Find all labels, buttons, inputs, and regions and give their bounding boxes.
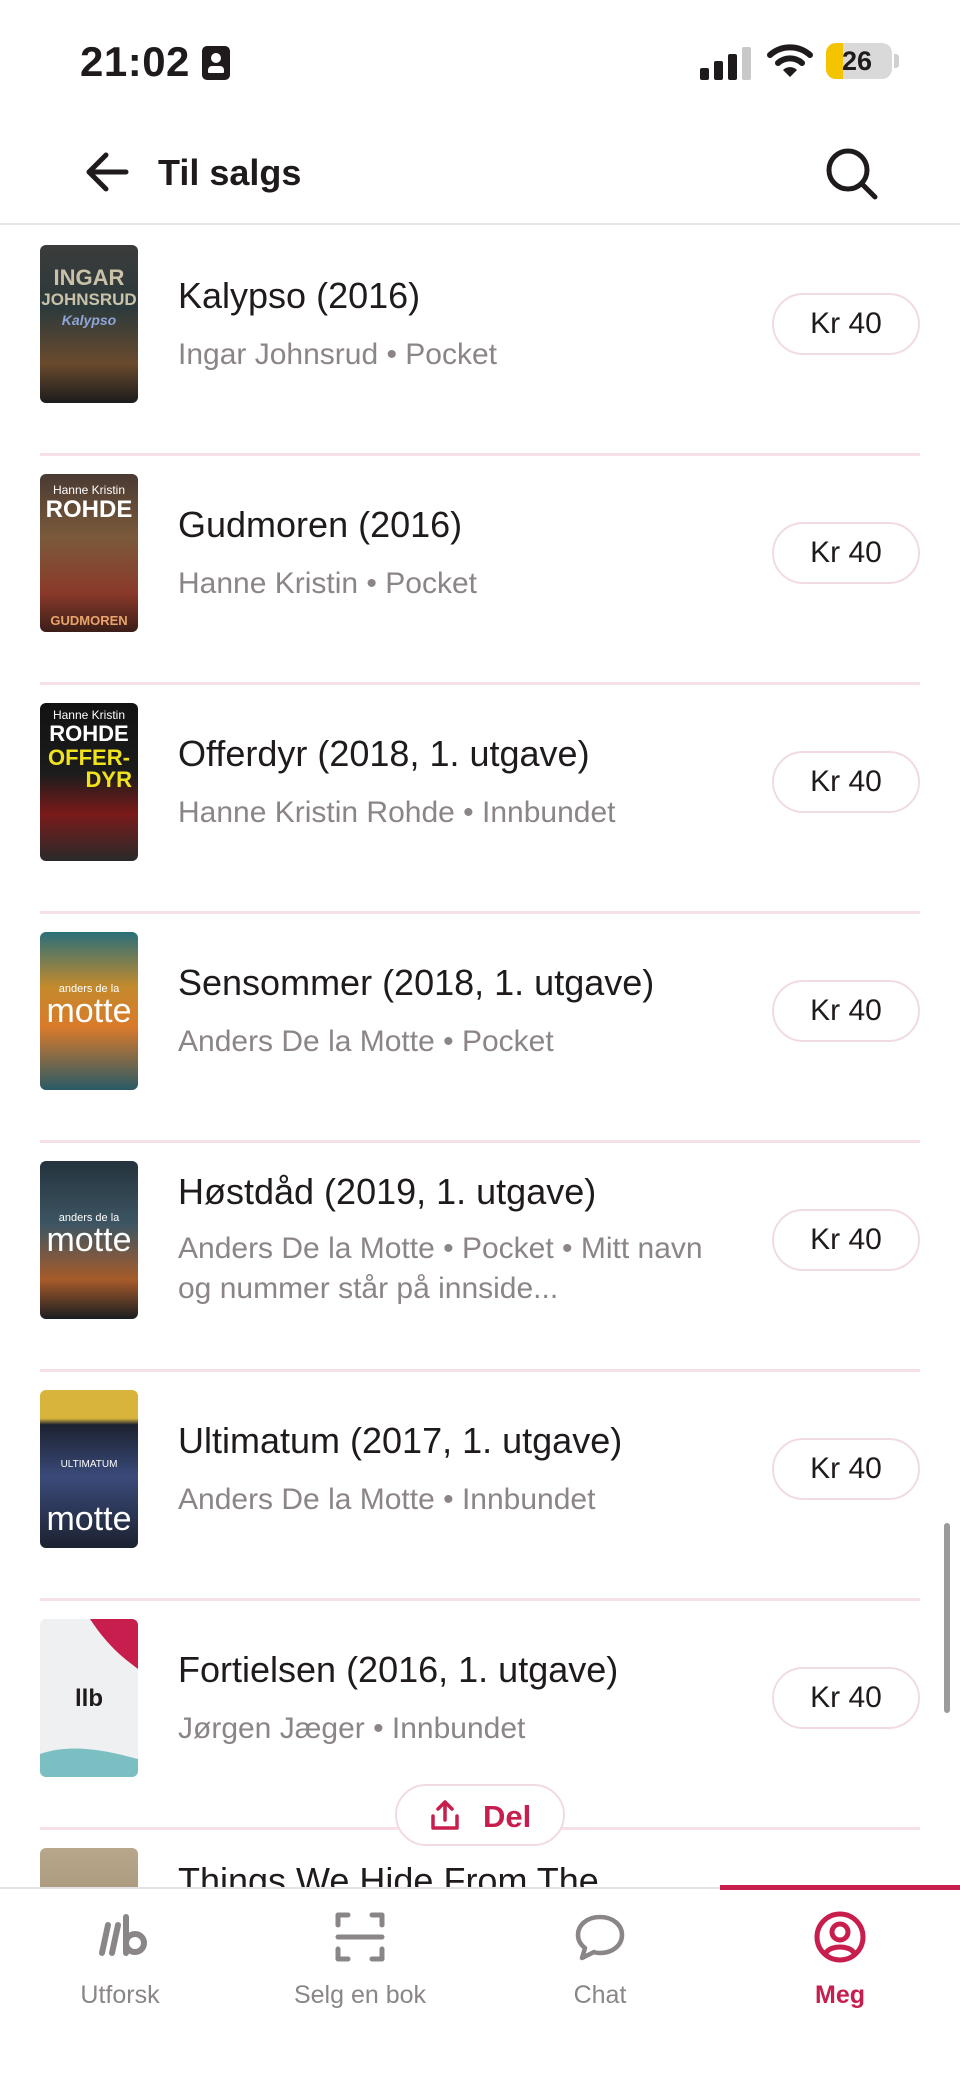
share-label: Del — [483, 1799, 532, 1834]
contact-card-icon — [202, 46, 230, 80]
nav-label: Chat — [573, 1981, 627, 2009]
wifi-icon — [767, 44, 813, 77]
book-title: Sensommer (2018, 1. utgave) — [178, 962, 655, 1003]
book-title: Ultimatum (2017, 1. utgave) — [178, 1420, 623, 1461]
page-title: Til salgs — [158, 152, 302, 193]
cover-text: Hanne Kristin — [52, 708, 126, 722]
share-icon — [431, 1800, 459, 1830]
price-button[interactable]: Kr 40 — [772, 1209, 920, 1271]
book-meta: Jørgen Jæger • Innbundet — [178, 1712, 526, 1745]
nav-utforsk[interactable]: Utforsk — [0, 1889, 240, 2078]
battery-cap — [894, 54, 899, 68]
price-button[interactable]: Kr 40 — [772, 751, 920, 813]
share-button[interactable]: Del — [395, 1784, 565, 1846]
battery-icon: 26 — [826, 43, 892, 79]
book-cover — [40, 1848, 138, 1887]
status-time: 21:02 — [80, 38, 190, 85]
chat-bubble-icon — [575, 1914, 625, 1961]
nav-label: Selg en bok — [293, 1981, 427, 2009]
book-title: Høstdåd (2019, 1. utgave) — [178, 1171, 597, 1212]
book-meta: Anders De la Motte • Innbundet — [178, 1483, 596, 1516]
book-row[interactable]: ULTIMATUM motte Ultimatum (2017, 1. utga… — [0, 1372, 960, 1601]
price-button[interactable]: Kr 40 — [772, 1667, 920, 1729]
nav-chat[interactable]: Chat — [480, 1889, 720, 2078]
book-cover: ULTIMATUM motte — [40, 1390, 138, 1548]
book-meta: Ingar Johnsrud • Pocket — [178, 338, 498, 371]
battery-percentage: 26 — [841, 46, 873, 76]
price-button[interactable]: Kr 40 — [772, 980, 920, 1042]
profile-icon — [814, 1911, 866, 1963]
cover-text: Hanne Kristin — [52, 483, 126, 497]
book-cover: Hanne Kristin ROHDE OFFER- DYR — [40, 703, 138, 861]
cover-text: DYR — [85, 767, 132, 792]
llb-logo-icon — [99, 1914, 147, 1956]
book-title: Fortielsen (2016, 1. utgave) — [178, 1649, 619, 1690]
cover-text: ROHDE — [45, 496, 133, 523]
cover-text: INGAR — [53, 265, 125, 290]
book-meta: Hanne Kristin • Pocket — [178, 567, 477, 600]
app-header: Til salgs — [0, 120, 960, 225]
cover-text: OFFER- — [48, 745, 130, 770]
search-icon[interactable] — [820, 142, 882, 204]
cover-text: Kalypso — [61, 312, 117, 328]
cover-text: JOHNSRUD — [41, 290, 137, 309]
book-meta: Anders De la Motte • Pocket — [178, 1025, 554, 1058]
cover-text: ROHDE — [49, 721, 129, 746]
scrollbar[interactable] — [944, 1523, 950, 1713]
book-cover: anders de la motte — [40, 932, 138, 1090]
book-row[interactable]: INGAR JOHNSRUD Kalypso Kalypso (2016) In… — [0, 227, 960, 456]
book-cover: Hanne Kristin ROHDE GUDMOREN — [40, 474, 138, 632]
book-meta: Hanne Kristin Rohde • Innbundet — [178, 796, 616, 829]
book-cover: anders de la motte — [40, 1161, 138, 1319]
book-row[interactable]: Hanne Kristin ROHDE OFFER- DYR Offerdyr … — [0, 685, 960, 914]
book-row[interactable]: Hanne Kristin ROHDE GUDMOREN Gudmoren (2… — [0, 456, 960, 685]
cover-text: motte — [46, 1500, 132, 1538]
cover-text: GUDMOREN — [50, 613, 128, 628]
nav-selg-en-bok[interactable]: Selg en bok — [240, 1889, 480, 2078]
price-button[interactable]: Kr 40 — [772, 1438, 920, 1500]
book-title: Kalypso (2016) — [178, 275, 421, 316]
book-cover-placeholder: llb — [40, 1619, 138, 1777]
book-title: Gudmoren (2016) — [178, 504, 463, 545]
book-cover: INGAR JOHNSRUD Kalypso — [40, 245, 138, 403]
book-row[interactable]: anders de la motte Sensommer (2018, 1. u… — [0, 914, 960, 1143]
cover-text: motte — [46, 992, 132, 1030]
price-button[interactable]: Kr 40 — [772, 522, 920, 584]
nav-meg[interactable]: Meg — [720, 1889, 960, 2078]
book-title: Offerdyr (2018, 1. utgave) — [178, 733, 590, 774]
cover-text: ULTIMATUM — [60, 1459, 118, 1470]
book-meta: Anders De la Motte • Pocket • Mitt navn … — [178, 1232, 703, 1305]
book-title: Things We Hide From The — [178, 1860, 599, 1887]
bottom-nav: Utforsk Selg en bok Chat Meg — [0, 1885, 960, 2078]
nav-label: Meg — [815, 1981, 865, 2009]
book-row[interactable]: anders de la motte Høstdåd (2019, 1. utg… — [0, 1143, 960, 1372]
scan-icon — [335, 1912, 385, 1962]
arrow-left-icon[interactable] — [78, 142, 138, 202]
book-list: INGAR JOHNSRUD Kalypso Kalypso (2016) In… — [0, 227, 960, 1887]
llb-logo-icon: llb — [75, 1685, 103, 1712]
cover-text: motte — [46, 1221, 132, 1259]
cellular-signal-icon — [700, 46, 752, 80]
status-bar: 21:02 26 — [0, 0, 960, 120]
price-button[interactable]: Kr 40 — [772, 293, 920, 355]
nav-label: Utforsk — [80, 1981, 160, 2009]
